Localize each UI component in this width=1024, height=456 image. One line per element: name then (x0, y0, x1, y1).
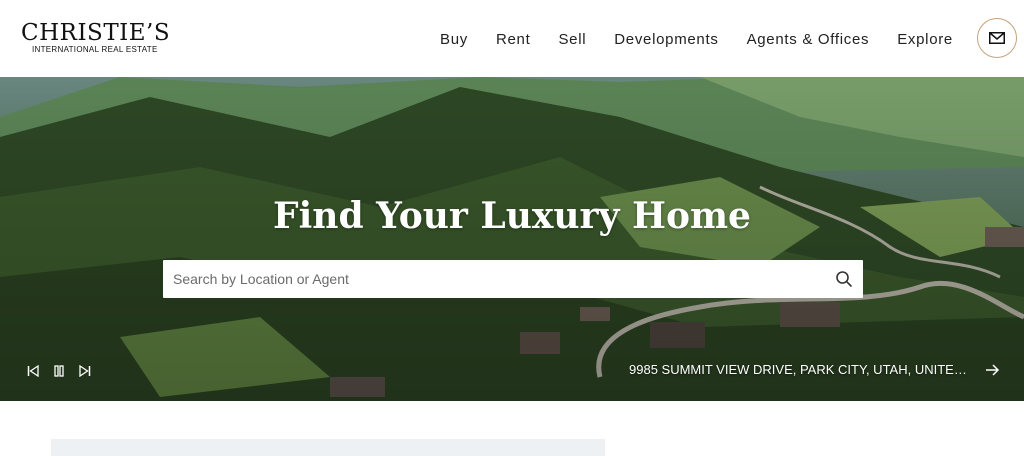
logo-wordmark: CHRISTIE’S (21, 20, 171, 46)
hero-banner: Find Your Luxury Home 9985 S (0, 77, 1024, 401)
search-input[interactable] (163, 260, 823, 298)
envelope-icon (989, 32, 1005, 44)
nav-sell[interactable]: Sell (558, 30, 586, 50)
nav-developments[interactable]: Developments (614, 30, 718, 50)
nav-buy[interactable]: Buy (440, 30, 468, 50)
slideshow-controls (26, 364, 104, 378)
logo-subtitle: INTERNATIONAL REAL ESTATE (32, 45, 158, 54)
nav-rent[interactable]: Rent (496, 30, 531, 50)
previous-slide-button[interactable] (26, 364, 40, 378)
main-nav: Buy Rent Sell Developments Agents & Offi… (440, 30, 953, 50)
site-header: CHRISTIE’S INTERNATIONAL REAL ESTATE Buy… (0, 0, 1024, 77)
arrow-right-icon[interactable] (984, 363, 1000, 377)
skip-previous-icon (27, 365, 39, 377)
property-caption[interactable]: 9985 SUMMIT VIEW DRIVE, PARK CITY, UTAH,… (629, 361, 974, 379)
content-panel (51, 439, 605, 456)
pause-icon (54, 365, 64, 377)
search-bar (163, 260, 863, 298)
christies-logo[interactable]: CHRISTIE’S INTERNATIONAL REAL ESTATE (21, 20, 171, 56)
contact-button[interactable] (977, 18, 1017, 58)
nav-agents-offices[interactable]: Agents & Offices (747, 30, 870, 50)
next-slide-button[interactable] (78, 364, 92, 378)
pause-button[interactable] (52, 364, 66, 378)
hero-title: Find Your Luxury Home (273, 195, 751, 237)
skip-next-icon (79, 365, 91, 377)
nav-explore[interactable]: Explore (897, 30, 953, 50)
search-icon[interactable] (835, 270, 853, 288)
